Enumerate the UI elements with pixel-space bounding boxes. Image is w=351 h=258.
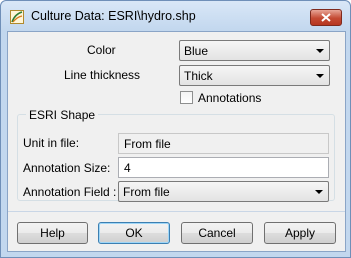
- help-button[interactable]: Help: [17, 222, 88, 244]
- annotation-field-select-value: From file: [123, 185, 170, 199]
- chevron-down-icon: [315, 190, 323, 194]
- annotation-size-label: Annotation Size:: [23, 161, 111, 175]
- esri-shape-group-label: ESRI Shape: [26, 108, 99, 122]
- close-button[interactable]: [310, 9, 342, 26]
- chevron-down-icon: [316, 49, 324, 53]
- annotation-field-label: Annotation Field :: [23, 185, 117, 199]
- line-thickness-select-value: Thick: [184, 69, 213, 83]
- annotations-label[interactable]: Annotations: [198, 91, 261, 105]
- annotations-checkbox[interactable]: [180, 91, 193, 104]
- title-bar[interactable]: Culture Data: ESRI\hydro.shp: [1, 1, 350, 31]
- color-select[interactable]: Blue: [179, 40, 330, 61]
- color-select-value: Blue: [184, 44, 209, 58]
- unit-in-file-field: From file: [118, 133, 329, 154]
- line-thickness-select[interactable]: Thick: [179, 65, 330, 86]
- unit-in-file-label: Unit in file:: [23, 136, 80, 150]
- unit-in-file-value: From file: [124, 137, 171, 151]
- button-divider: [8, 211, 345, 212]
- culture-data-icon: [10, 10, 24, 24]
- chevron-down-icon: [316, 74, 324, 78]
- dialog-window: Culture Data: ESRI\hydro.shp Color Blue …: [0, 0, 351, 258]
- annotation-size-input[interactable]: 4: [118, 157, 329, 178]
- apply-button[interactable]: Apply: [264, 222, 336, 244]
- window-title: Culture Data: ESRI\hydro.shp: [31, 9, 196, 23]
- close-icon: [321, 13, 331, 22]
- line-thickness-label: Line thickness: [64, 68, 141, 82]
- cancel-button[interactable]: Cancel: [181, 222, 253, 244]
- annotation-field-select[interactable]: From file: [118, 181, 329, 202]
- color-label: Color: [87, 43, 116, 57]
- ok-button[interactable]: OK: [98, 222, 170, 244]
- dialog-body: Color Blue Line thickness Thick Annotati…: [7, 31, 346, 252]
- annotation-size-value: 4: [124, 161, 131, 175]
